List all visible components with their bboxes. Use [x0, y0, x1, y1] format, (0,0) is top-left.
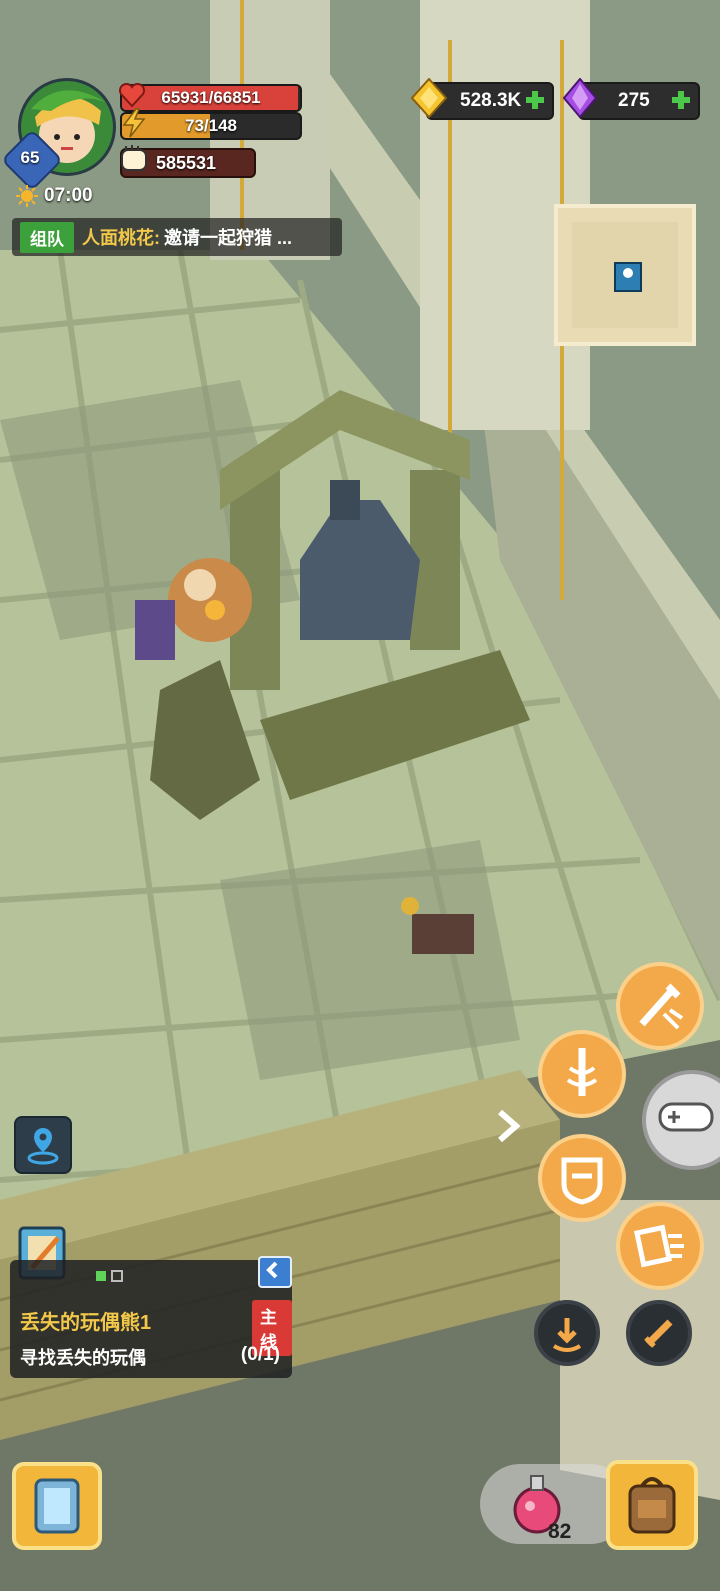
portal-icon [34, 1478, 80, 1534]
gamepad-icon [658, 1102, 714, 1132]
gold-amount: 528.3K [460, 90, 522, 111]
weapon-swap-icon [644, 1319, 673, 1348]
player-level: 65 [20, 148, 40, 167]
player-avatar[interactable]: 65 [0, 72, 116, 192]
quest-title: 丢失的玩偶熊1 [20, 1312, 152, 1334]
dodge-icon [552, 1318, 582, 1352]
sun-icon [16, 185, 38, 207]
quest-description: 寻找丢失的玩偶 [20, 1348, 146, 1368]
power-fist-icon [121, 145, 147, 171]
arrow-right-icon[interactable] [490, 1106, 526, 1146]
shield-icon [561, 1157, 603, 1205]
portal-button[interactable] [12, 1462, 102, 1550]
clock-time: 07:00 [44, 185, 93, 206]
heart-icon [118, 82, 146, 108]
quest-progress: (0/1) [240, 1344, 280, 1365]
plus-icon[interactable] [670, 89, 692, 111]
weapon-swap-button[interactable] [626, 1300, 692, 1366]
plus-icon[interactable] [524, 89, 546, 111]
chat-bar[interactable]: 组队 人面桃花: 邀请一起狩猎 ... [12, 218, 342, 256]
dodge-button[interactable] [534, 1300, 600, 1366]
sword-attack-icon [639, 983, 684, 1030]
location-icon [27, 1128, 59, 1165]
skill-button-spin[interactable] [538, 1030, 626, 1118]
skill-button-slash[interactable] [616, 962, 704, 1050]
location-button[interactable] [14, 1116, 72, 1174]
skill-button-guard[interactable] [538, 1134, 626, 1222]
minimap[interactable] [554, 204, 696, 346]
skill-button-card[interactable] [616, 1202, 704, 1290]
energy-bar: 73/148 [120, 112, 302, 140]
gem-amount: 275 [618, 90, 650, 111]
chat-sender: 人面桃花: [82, 228, 160, 248]
combat-power-value: 585531 [156, 153, 217, 173]
map-pin-icon [572, 222, 678, 328]
backpack-button[interactable] [606, 1460, 698, 1550]
gold-coin-icon [410, 78, 448, 118]
backpack-icon [628, 1477, 676, 1534]
gem-icon [562, 78, 598, 118]
chat-channel-tag: 组队 [20, 221, 74, 253]
lightning-icon [122, 108, 146, 138]
card-icon [633, 1224, 684, 1268]
hp-bar: 65931/66851 [120, 84, 302, 112]
hp-text: 65931/66851 [161, 88, 261, 107]
chevron-left-icon [266, 1261, 278, 1279]
quest-collapse-button[interactable] [258, 1256, 292, 1288]
quest-page-indicator [96, 1270, 123, 1282]
energy-text: 73/148 [185, 116, 237, 135]
potion-count: 82 [548, 1520, 572, 1543]
chat-message: 邀请一起狩猎 ... [164, 228, 293, 248]
sword-spin-icon [566, 1048, 598, 1096]
game-clock: 07:00 [16, 184, 93, 208]
quest-panel[interactable]: 丢失的玩偶熊1 主线 寻找丢失的玩偶 (0/1) [10, 1256, 292, 1378]
